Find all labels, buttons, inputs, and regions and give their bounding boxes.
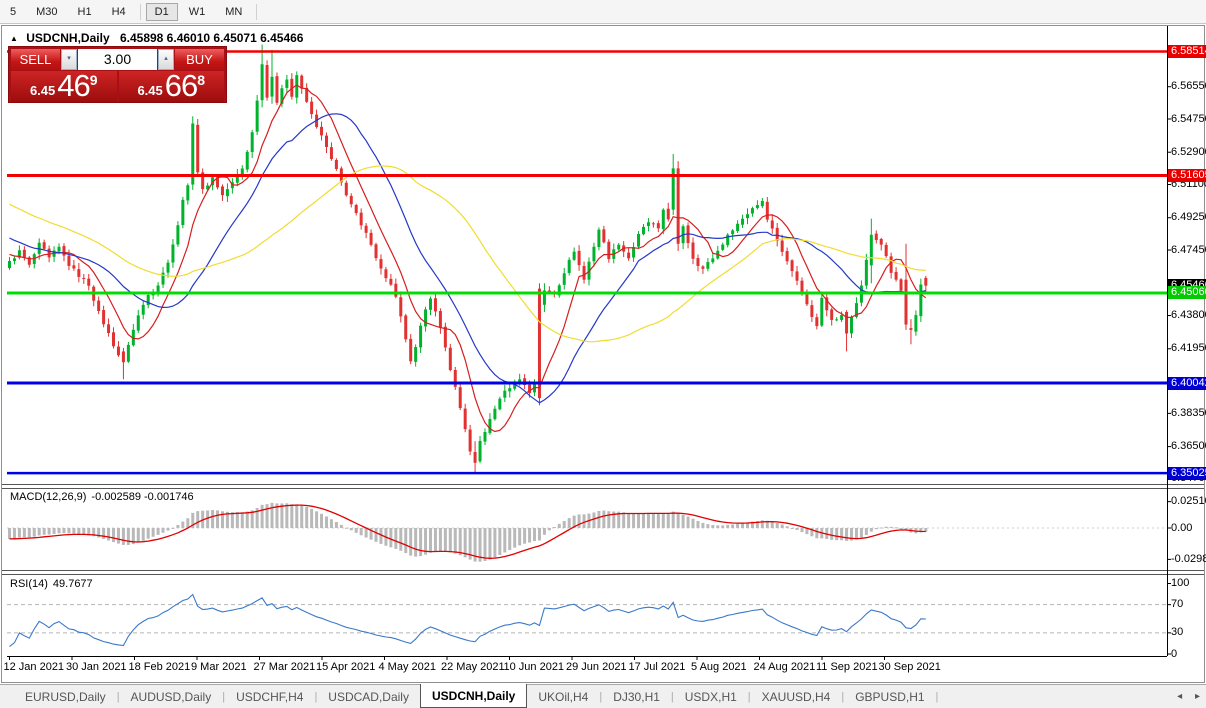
price-tick-label: 6.52900 [1171,146,1206,159]
timeframe-button-5[interactable]: 5 [1,3,25,21]
level-price-label-red: 6.58514 [1168,45,1206,58]
date-tick-label: 17 Jul 2021 [629,661,686,673]
macd-tick-label: -0.02988 [1171,553,1206,566]
chart-tab-audusd-daily[interactable]: AUDUSD,Daily [120,685,223,708]
sell-price-pip: 9 [90,72,98,102]
tab-scroll-arrows: ◂ ▸ [1167,691,1200,702]
date-tick-label: 27 Mar 2021 [254,661,316,673]
level-price-label-red: 6.51605 [1168,169,1206,182]
chart-tab-usdcnh-daily[interactable]: USDCNH,Daily [420,684,527,708]
tab-scroll-left-icon[interactable]: ◂ [1177,691,1182,702]
macd-tick-label: 0.00 [1171,522,1192,535]
chart-tab-ukoil-h4[interactable]: UKOil,H4 [527,685,599,708]
timeframe-button-h4[interactable]: H4 [103,3,135,21]
buy-button[interactable]: BUY [175,49,224,70]
macd-values: -0.002589 -0.001746 [91,491,193,503]
date-tick-label: 9 Mar 2021 [191,661,247,673]
one-click-trading-panel: SELL ▾ 3.00 ▴ BUY 6.45 46 9 6.45 66 8 [8,46,227,103]
macd-name: MACD(12,26,9) [10,491,86,503]
date-tick-label: 10 Jun 2021 [504,661,565,673]
buy-price-prefix: 6.45 [137,83,162,98]
rsi-tick-label: 100 [1171,577,1189,590]
ohlc-quote-label: 6.45898 6.46010 6.45071 6.45466 [120,31,304,45]
price-tick-label: 6.36500 [1171,440,1206,453]
date-tick-label: 22 May 2021 [441,661,505,673]
price-tick-label: 6.54750 [1171,113,1206,126]
date-tick-label: 4 May 2021 [379,661,436,673]
chart-title: ▲ USDCNH,Daily 6.45898 6.46010 6.45071 6… [10,31,303,45]
sell-price-big: 46 [57,71,89,102]
tab-scroll-right-icon[interactable]: ▸ [1195,691,1200,702]
sell-price-prefix: 6.45 [30,83,55,98]
timeframe-button-mn[interactable]: MN [216,3,251,21]
chart-tab-usdcad-daily[interactable]: USDCAD,Daily [317,685,420,708]
chart-tab-gbpusd-h1[interactable]: GBPUSD,H1 [844,685,935,708]
timeframe-button-w1[interactable]: W1 [180,3,215,21]
chart-area[interactable]: ▲ USDCNH,Daily 6.45898 6.46010 6.45071 6… [0,0,1206,684]
buy-price-button[interactable]: 6.45 66 8 [119,71,225,102]
chart-tab-dj30-h1[interactable]: DJ30,H1 [602,685,671,708]
date-tick-label: 11 Sep 2021 [816,661,878,673]
volume-increase-button[interactable]: ▴ [158,49,174,70]
toolbar-separator [256,4,257,20]
chart-tabs: EURUSD,Daily|AUDUSD,Daily|USDCHF,H4|USDC… [0,685,938,708]
timeframe-button-m30[interactable]: M30 [27,3,66,21]
rsi-value: 49.7677 [53,578,93,590]
date-tick-label: 18 Feb 2021 [129,661,191,673]
tab-separator: | [936,691,939,703]
rsi-tick-label: 0 [1171,648,1177,661]
date-tick-label: 12 Jan 2021 [4,661,65,673]
date-tick-label: 15 Apr 2021 [316,661,375,673]
date-tick-label: 30 Jan 2021 [66,661,127,673]
timeframe-button-h1[interactable]: H1 [69,3,101,21]
symbol-period-label: USDCNH,Daily [26,31,109,45]
rsi-name: RSI(14) [10,578,48,590]
buy-price-big: 66 [165,71,197,102]
macd-indicator-label: MACD(12,26,9) -0.002589 -0.001746 [10,491,194,503]
chart-tabs-bar: EURUSD,Daily|AUDUSD,Daily|USDCHF,H4|USDC… [0,684,1206,708]
chart-tab-xauusd-h4[interactable]: XAUUSD,H4 [751,685,842,708]
buy-price-pip: 8 [197,72,205,102]
price-tick-label: 6.56550 [1171,80,1206,93]
level-price-label-green: 6.45060 [1168,286,1206,299]
price-tick-label: 6.49250 [1171,211,1206,224]
level-price-label-blue: 6.40042 [1168,377,1206,390]
date-tick-label: 29 Jun 2021 [566,661,627,673]
rsi-indicator-label: RSI(14) 49.7677 [10,578,93,590]
toolbar-separator [140,4,141,20]
rsi-tick-label: 30 [1171,626,1183,639]
chart-tab-usdx-h1[interactable]: USDX,H1 [674,685,748,708]
collapse-triangle-icon[interactable]: ▲ [10,34,18,43]
price-tick-label: 6.47450 [1171,244,1206,257]
timeframe-button-d1[interactable]: D1 [146,3,178,21]
level-price-label-blue: 6.35025 [1168,467,1206,480]
price-tick-label: 6.38350 [1171,407,1206,420]
price-tick-label: 6.41950 [1171,342,1206,355]
price-tick-label: 6.43800 [1171,309,1206,322]
chart-tab-eurusd-daily[interactable]: EURUSD,Daily [14,685,117,708]
timeframe-toolbar: 5M30H1H4 D1W1MN [0,0,1206,24]
sell-price-button[interactable]: 6.45 46 9 [11,71,117,102]
date-tick-label: 30 Sep 2021 [879,661,941,673]
sell-button[interactable]: SELL [11,49,60,70]
volume-decrease-button[interactable]: ▾ [61,49,77,70]
date-tick-label: 24 Aug 2021 [754,661,816,673]
chart-tab-usdchf-h4[interactable]: USDCHF,H4 [225,685,314,708]
rsi-tick-label: 70 [1171,598,1183,611]
macd-tick-label: 0.025108 [1171,495,1206,508]
date-tick-label: 5 Aug 2021 [691,661,747,673]
volume-input[interactable]: 3.00 [78,49,157,70]
